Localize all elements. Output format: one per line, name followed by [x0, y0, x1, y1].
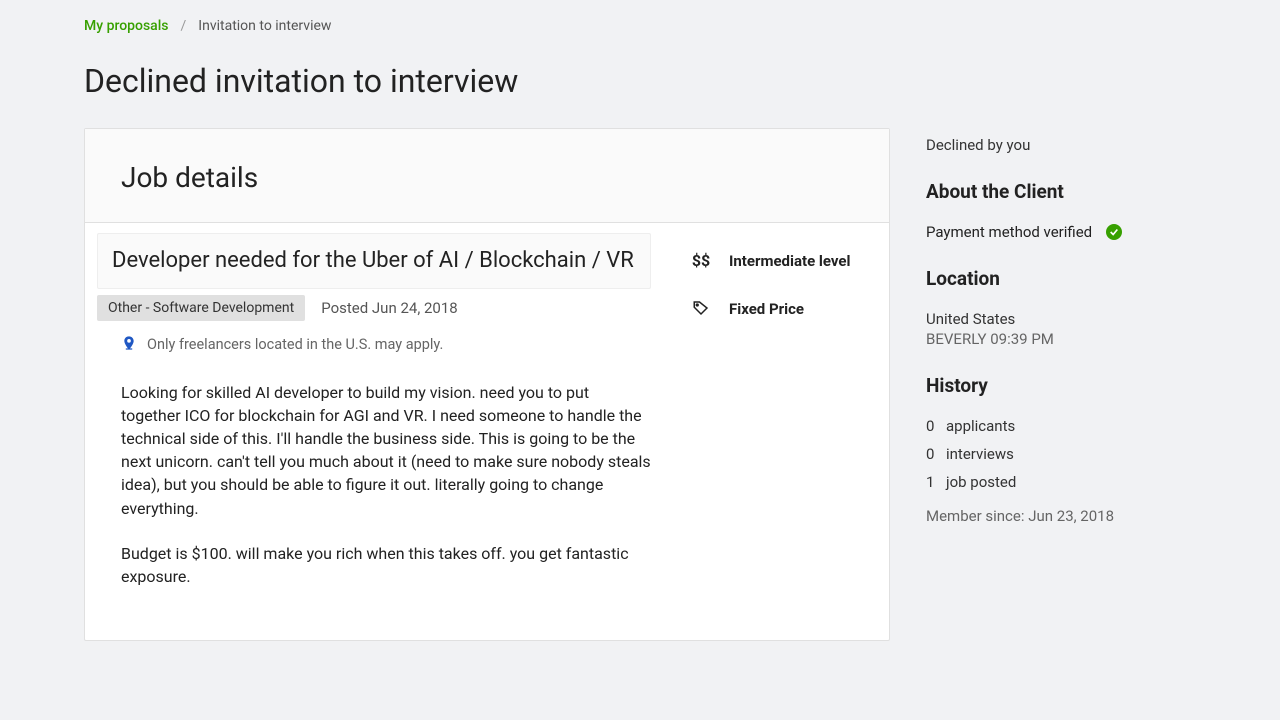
description-para-1: Looking for skilled AI developer to buil… — [121, 381, 651, 520]
breadcrumb-current: Invitation to interview — [198, 18, 331, 34]
experience-level-label: Intermediate level — [729, 251, 850, 271]
history-item: 1 job posted — [926, 473, 1196, 491]
breadcrumb-root-link[interactable]: My proposals — [84, 18, 169, 34]
breadcrumb-separator: / — [181, 18, 187, 34]
job-description: Looking for skilled AI developer to buil… — [121, 381, 651, 589]
history-list: 0 applicants 0 interviews 1 job posted — [926, 417, 1196, 491]
invitation-status: Declined by you — [926, 128, 1196, 154]
history-count: 1 — [926, 473, 938, 491]
about-client-heading: About the Client — [926, 180, 1196, 203]
location-pin-icon — [121, 335, 137, 355]
card-heading: Job details — [121, 161, 853, 194]
history-label: job posted — [946, 473, 1016, 491]
history-heading: History — [926, 374, 1196, 397]
dollar-icon: $$ — [691, 251, 711, 270]
page-title: Declined invitation to interview — [84, 62, 1196, 100]
experience-level-row: $$ Intermediate level — [691, 251, 865, 271]
client-location: United States BEVERLY 09:39 PM — [926, 310, 1196, 348]
history-item: 0 interviews — [926, 445, 1196, 463]
verified-check-icon — [1106, 224, 1122, 240]
history-count: 0 — [926, 445, 938, 463]
member-since: Member since: Jun 23, 2018 — [926, 507, 1196, 525]
history-label: interviews — [946, 445, 1014, 463]
client-country: United States — [926, 310, 1196, 328]
job-title-box: Developer needed for the Uber of AI / Bl… — [97, 233, 651, 289]
price-type-label: Fixed Price — [729, 299, 804, 319]
payment-verified-label: Payment method verified — [926, 223, 1092, 241]
breadcrumb: My proposals / Invitation to interview — [84, 18, 1196, 34]
location-heading: Location — [926, 267, 1196, 290]
location-restriction-text: Only freelancers located in the U.S. may… — [147, 336, 443, 353]
payment-verified-row: Payment method verified — [926, 223, 1196, 241]
category-chip[interactable]: Other - Software Development — [97, 295, 305, 321]
client-sidebar: Declined by you About the Client Payment… — [926, 128, 1196, 525]
description-para-2: Budget is $100. will make you rich when … — [121, 542, 651, 588]
price-type-row: Fixed Price — [691, 299, 865, 321]
history-count: 0 — [926, 417, 938, 435]
location-restriction: Only freelancers located in the U.S. may… — [121, 335, 651, 355]
history-item: 0 applicants — [926, 417, 1196, 435]
tag-icon — [691, 299, 711, 321]
client-city-time: BEVERLY 09:39 PM — [926, 330, 1196, 348]
job-details-card: Job details Developer needed for the Ube… — [84, 128, 890, 641]
history-label: applicants — [946, 417, 1015, 435]
posted-date: Posted Jun 24, 2018 — [321, 299, 458, 317]
job-title: Developer needed for the Uber of AI / Bl… — [112, 246, 636, 276]
